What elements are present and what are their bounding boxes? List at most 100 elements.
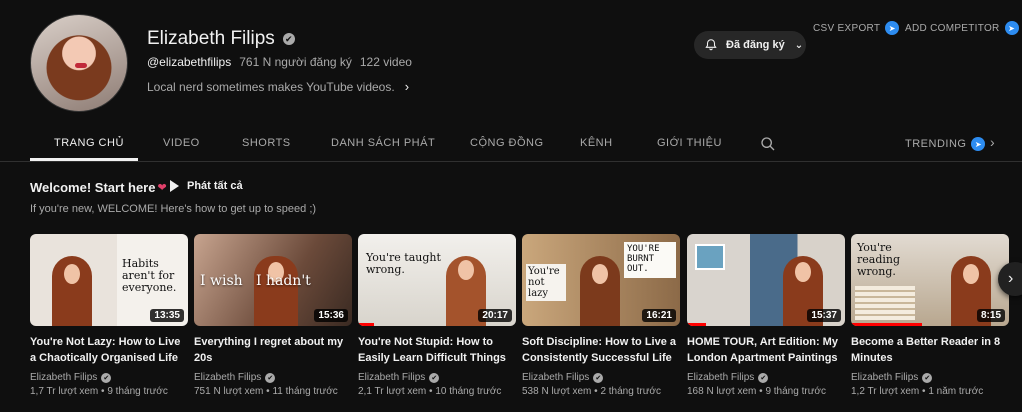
- video-duration: 15:37: [807, 309, 841, 322]
- thumbnail-text: I wish I hadn't: [200, 273, 311, 289]
- bell-icon: [705, 39, 717, 51]
- video-thumbnail[interactable]: I wish I hadn't 15:36: [194, 234, 352, 326]
- video-title[interactable]: Soft Discipline: How to Live a Consisten…: [522, 334, 680, 366]
- watch-progress: [358, 323, 374, 326]
- thumbnail-text: You're reading wrong.: [857, 241, 901, 279]
- channel-handle[interactable]: @elizabethfilips: [147, 55, 231, 69]
- video-stats: 2,1 Tr lượt xem • 10 tháng trước: [358, 386, 502, 397]
- video-channel[interactable]: Elizabeth Filips ✔: [194, 372, 352, 383]
- tab-community[interactable]: CỘNG ĐỒNG: [470, 137, 544, 149]
- tab-playlists[interactable]: DANH SÁCH PHÁT: [331, 137, 435, 149]
- chevron-right-icon: ›: [1008, 270, 1014, 287]
- verified-icon: ✔: [101, 372, 112, 383]
- verified-icon: ✔: [922, 372, 933, 383]
- video-channel[interactable]: Elizabeth Filips ✔: [358, 372, 516, 383]
- channel-name-row: Elizabeth Filips ✔: [147, 28, 295, 50]
- trending-label: TRENDING: [905, 138, 967, 150]
- video-channel[interactable]: Elizabeth Filips ✔: [687, 372, 845, 383]
- video-channel[interactable]: Elizabeth Filips ✔: [30, 372, 188, 383]
- thumbnail-face: [458, 260, 474, 280]
- chevron-down-icon: ⌄: [794, 39, 804, 51]
- video-channel[interactable]: Elizabeth Filips ✔: [851, 372, 1009, 383]
- video-card[interactable]: You're taught wrong. 20:17 You're Not St…: [358, 234, 516, 397]
- video-stats: 751 N lượt xem • 11 tháng trước: [194, 386, 338, 397]
- search-icon[interactable]: [760, 136, 776, 152]
- video-thumbnail[interactable]: You're reading wrong. 8:15: [851, 234, 1009, 326]
- tab-about[interactable]: GIỚI THIỆU: [657, 137, 722, 149]
- video-card[interactable]: 15:37 HOME TOUR, Art Edition: My London …: [687, 234, 845, 397]
- channel-description[interactable]: Local nerd sometimes makes YouTube video…: [147, 79, 409, 94]
- video-duration: 15:36: [314, 309, 348, 322]
- subscribed-label: Đã đăng ký: [726, 39, 785, 51]
- video-thumbnail[interactable]: You're not lazy YOU'RE BURNT OUT. 16:21: [522, 234, 680, 326]
- video-title[interactable]: You're Not Lazy: How to Live a Chaotical…: [30, 334, 188, 366]
- channel-meta: @elizabethfilips 761 N người đăng ký 122…: [147, 55, 412, 69]
- channel-avatar[interactable]: [30, 14, 128, 112]
- video-channel-name: Elizabeth Filips: [194, 372, 262, 383]
- thumbnail-face: [963, 264, 979, 284]
- video-card[interactable]: I wish I hadn't 15:36 Everything I regre…: [194, 234, 352, 397]
- video-title[interactable]: Become a Better Reader in 8 Minutes: [851, 334, 1009, 366]
- heart-emoji: ❤: [157, 182, 167, 194]
- tab-home[interactable]: TRANG CHỦ: [54, 137, 124, 149]
- verified-icon: ✔: [282, 33, 295, 45]
- video-thumbnail[interactable]: Habits aren't for everyone. 13:35: [30, 234, 188, 326]
- verified-icon: ✔: [429, 372, 440, 383]
- chevron-right-icon: ›: [404, 79, 410, 94]
- play-all-button[interactable]: Phát tất cả: [170, 180, 243, 192]
- play-all-label: Phát tất cả: [187, 180, 243, 192]
- video-duration: 8:15: [976, 309, 1005, 322]
- thumbnail-painting: [695, 244, 725, 270]
- video-channel-name: Elizabeth Filips: [358, 372, 426, 383]
- video-channel-name: Elizabeth Filips: [851, 372, 919, 383]
- video-channel[interactable]: Elizabeth Filips ✔: [522, 372, 680, 383]
- chevron-right-icon[interactable]: ›: [990, 134, 995, 150]
- verified-icon: ✔: [593, 372, 604, 383]
- thumbnail-text: Habits aren't for everyone.: [122, 257, 177, 295]
- add-competitor-button[interactable]: ADD COMPETITOR ➤: [905, 21, 1019, 35]
- video-stats: 1,2 Tr lượt xem • 1 năm trước: [851, 386, 984, 397]
- shelf-title: Welcome! Start here ❤: [30, 180, 167, 195]
- shelf-title-text: Welcome! Start here: [30, 180, 156, 195]
- tab-videos[interactable]: VIDEO: [163, 137, 200, 149]
- avatar-detail: [75, 63, 87, 68]
- video-title[interactable]: You're Not Stupid: How to Easily Learn D…: [358, 334, 516, 366]
- verified-icon: ✔: [265, 372, 276, 383]
- video-count: 122 video: [359, 55, 412, 69]
- video-stats: 168 N lượt xem • 9 tháng trước: [687, 386, 826, 397]
- subscribed-button[interactable]: Đã đăng ký ⌄: [694, 31, 806, 59]
- thumbnail-face: [795, 262, 811, 282]
- extension-badge-icon: ➤: [885, 21, 900, 35]
- video-thumbnail[interactable]: You're taught wrong. 20:17: [358, 234, 516, 326]
- csv-export-label: CSV EXPORT: [813, 22, 881, 34]
- thumbnail-books: [855, 286, 915, 320]
- thumbnail-text: You're not lazy: [526, 264, 566, 301]
- shelf-description: If you're new, WELCOME! Here's how to ge…: [30, 203, 317, 215]
- video-duration: 20:17: [478, 309, 512, 322]
- thumbnail-face: [64, 264, 80, 284]
- watch-progress: [687, 323, 706, 326]
- video-thumbnail[interactable]: 15:37: [687, 234, 845, 326]
- tab-channels[interactable]: KÊNH: [580, 137, 613, 149]
- video-stats: 1,7 Tr lượt xem • 9 tháng trước: [30, 386, 168, 397]
- video-card[interactable]: You're not lazy YOU'RE BURNT OUT. 16:21 …: [522, 234, 680, 397]
- tab-shorts[interactable]: SHORTS: [242, 137, 291, 149]
- thumbnail-note: YOU'RE BURNT OUT.: [624, 242, 676, 278]
- video-title[interactable]: HOME TOUR, Art Edition: My London Apartm…: [687, 334, 845, 366]
- watch-progress: [851, 323, 923, 326]
- tab-trending[interactable]: TRENDING ➤: [905, 137, 986, 151]
- csv-export-button[interactable]: CSV EXPORT ➤: [813, 21, 900, 35]
- video-channel-name: Elizabeth Filips: [687, 372, 755, 383]
- active-tab-indicator: [30, 158, 138, 161]
- subscriber-count: 761 N người đăng ký: [239, 55, 352, 69]
- channel-name: Elizabeth Filips: [147, 28, 275, 49]
- thumbnail-face: [592, 264, 608, 284]
- verified-icon: ✔: [758, 372, 769, 383]
- play-icon: [170, 180, 179, 192]
- extension-badge-icon: ➤: [1004, 21, 1019, 35]
- video-card[interactable]: You're reading wrong. 8:15 Become a Bett…: [851, 234, 1009, 397]
- video-card[interactable]: Habits aren't for everyone. 13:35 You're…: [30, 234, 188, 397]
- video-duration: 16:21: [642, 309, 676, 322]
- channel-description-text: Local nerd sometimes makes YouTube video…: [147, 79, 395, 94]
- video-title[interactable]: Everything I regret about my 20s: [194, 334, 352, 366]
